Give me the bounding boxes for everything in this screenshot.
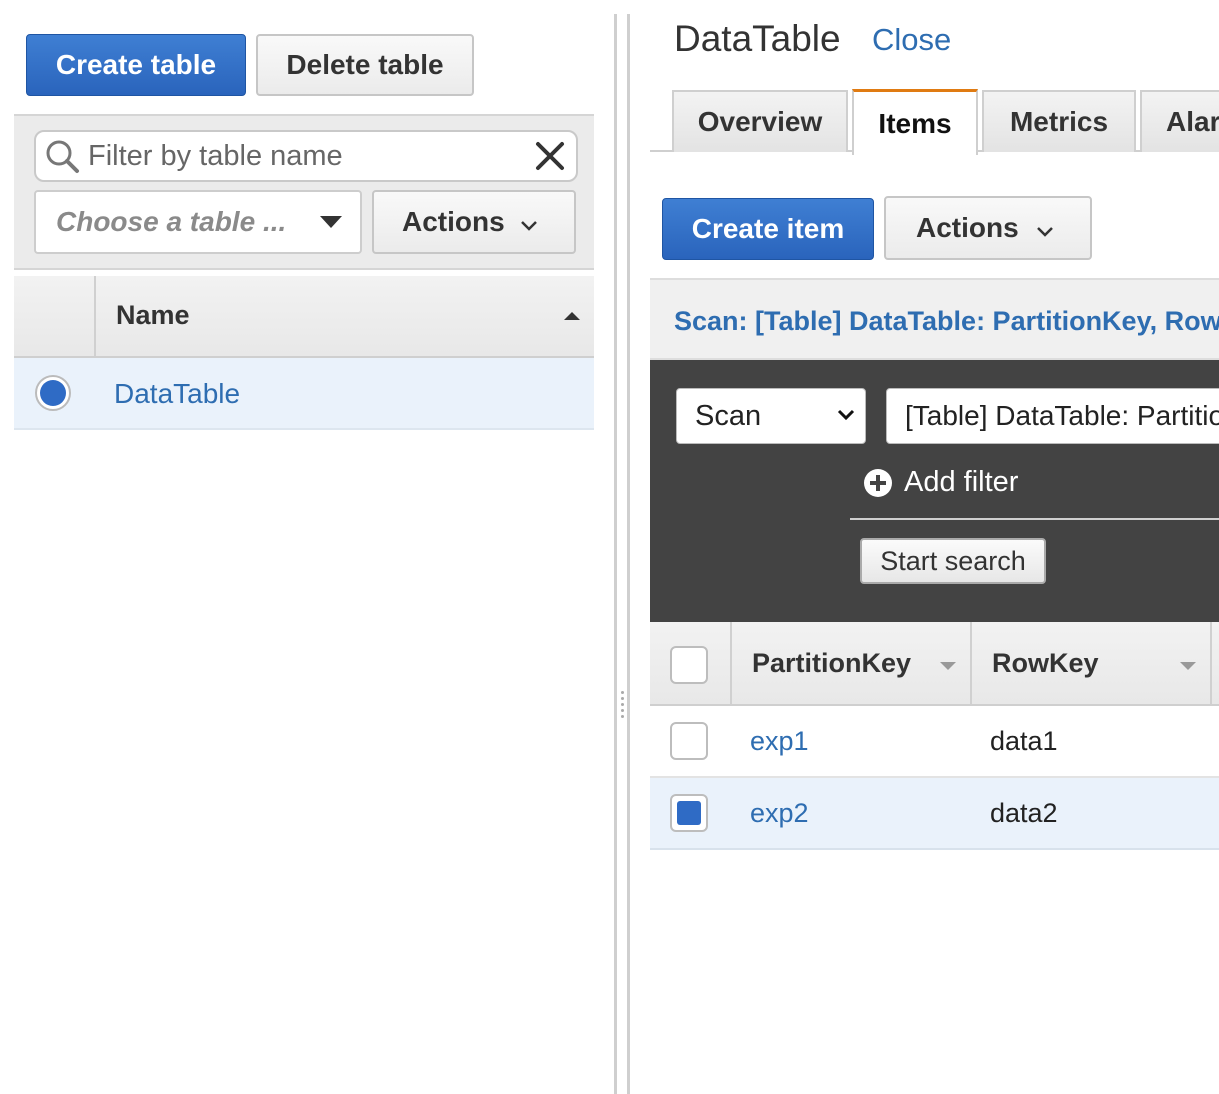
create-table-button[interactable]: Create table bbox=[26, 34, 246, 96]
row-key-value: data2 bbox=[990, 798, 1058, 828]
delete-table-button[interactable]: Delete table bbox=[256, 34, 474, 96]
scan-mode-value: Scan bbox=[695, 400, 762, 432]
tab-overview[interactable]: Overview bbox=[672, 90, 848, 152]
sort-ascending-icon[interactable] bbox=[564, 310, 580, 320]
row-key-value: data1 bbox=[990, 726, 1058, 756]
resize-grip-icon[interactable] bbox=[619, 688, 625, 728]
tab-metrics[interactable]: Metrics bbox=[982, 90, 1136, 152]
chevron-down-icon bbox=[521, 221, 537, 231]
filter-by-table-name-input[interactable] bbox=[88, 138, 528, 174]
sort-caret-icon[interactable] bbox=[940, 662, 956, 670]
rowkey-column-header[interactable]: RowKey bbox=[992, 648, 1099, 679]
add-filter-label: Add filter bbox=[904, 466, 1019, 498]
start-search-button[interactable]: Start search bbox=[860, 538, 1046, 584]
table-row[interactable]: exp1 data1 bbox=[650, 706, 1219, 778]
caret-down-icon bbox=[320, 216, 342, 228]
panel-divider[interactable] bbox=[614, 14, 630, 1094]
filter-divider bbox=[850, 518, 1219, 520]
left-actions-label: Actions bbox=[402, 206, 505, 237]
table-filter-box[interactable] bbox=[34, 130, 578, 182]
name-column-header[interactable]: Name bbox=[116, 300, 190, 331]
scan-header-title: Scan: [Table] DataTable: PartitionKey, R… bbox=[674, 306, 1219, 336]
scan-mode-select[interactable]: Scan bbox=[676, 388, 866, 444]
left-actions-button[interactable]: Actions bbox=[372, 190, 576, 254]
chevron-down-icon bbox=[1037, 227, 1053, 237]
table-row[interactable]: exp2 data2 bbox=[650, 778, 1219, 850]
partition-key-link[interactable]: exp2 bbox=[750, 798, 809, 829]
partitionkey-column-header[interactable]: PartitionKey bbox=[752, 648, 911, 679]
right-actions-button[interactable]: Actions bbox=[884, 196, 1092, 260]
tables-list-header: Name bbox=[14, 276, 594, 358]
row-checkbox-checked[interactable] bbox=[670, 794, 708, 832]
row-checkbox[interactable] bbox=[670, 722, 708, 760]
choose-table-select[interactable]: Choose a table ... bbox=[34, 190, 362, 254]
scan-query-panel: Scan [Table] DataTable: PartitionKey, Ro… bbox=[650, 360, 1219, 622]
select-all-checkbox[interactable] bbox=[670, 646, 708, 684]
create-item-button[interactable]: Create item bbox=[662, 198, 874, 260]
search-icon bbox=[46, 140, 79, 173]
table-name-link[interactable]: DataTable bbox=[114, 378, 240, 410]
partition-key-link[interactable]: exp1 bbox=[750, 726, 809, 757]
close-link[interactable]: Close bbox=[872, 22, 951, 58]
tab-alarms[interactable]: Alarms bbox=[1140, 90, 1219, 152]
page-title: DataTable bbox=[674, 18, 841, 59]
add-filter-link[interactable]: Add filter bbox=[864, 466, 1018, 499]
chevron-down-icon bbox=[837, 409, 855, 421]
scan-header-bar[interactable]: Scan: [Table] DataTable: PartitionKey, R… bbox=[650, 278, 1219, 360]
row-radio-selected[interactable] bbox=[34, 374, 72, 412]
tab-items[interactable]: Items bbox=[852, 89, 978, 155]
right-actions-label: Actions bbox=[916, 212, 1019, 243]
items-table-header: PartitionKey RowKey bbox=[650, 622, 1219, 706]
choose-table-placeholder: Choose a table ... bbox=[56, 206, 287, 237]
table-row[interactable]: DataTable bbox=[14, 358, 594, 430]
clear-filter-icon[interactable] bbox=[534, 140, 566, 172]
add-circle-icon bbox=[864, 468, 892, 497]
scan-target-select[interactable]: [Table] DataTable: PartitionKey, RowKey bbox=[886, 388, 1219, 444]
sort-caret-icon[interactable] bbox=[1180, 662, 1196, 670]
scan-target-value: [Table] DataTable: PartitionKey, RowKey bbox=[905, 400, 1219, 431]
